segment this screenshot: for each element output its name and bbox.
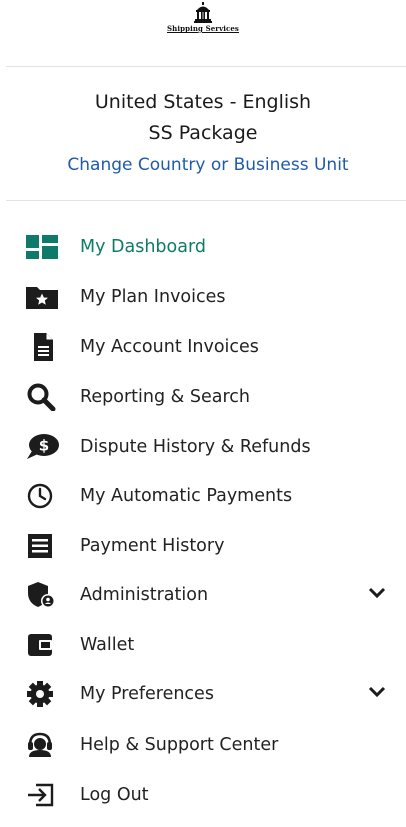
menu-label: Administration — [80, 585, 209, 605]
top-divider — [6, 66, 406, 67]
menu-item-my-automatic-payments[interactable]: My Automatic Payments — [24, 478, 394, 514]
menu-item-my-dashboard[interactable]: My Dashboard — [24, 229, 394, 265]
menu-label: My Plan Invoices — [80, 287, 226, 307]
chevron-down-icon[interactable] — [368, 685, 386, 699]
dollar-chat-icon: $ — [24, 429, 70, 465]
wallet-icon — [24, 627, 70, 663]
business-unit-label: SS Package — [148, 122, 258, 144]
menu-label: My Automatic Payments — [80, 486, 293, 506]
search-icon — [24, 379, 70, 415]
dashboard-icon — [24, 229, 70, 265]
menu-item-log-out[interactable]: Log Out — [24, 777, 394, 813]
menu-label: My Preferences — [80, 684, 214, 704]
menu-item-my-plan-invoices[interactable]: My Plan Invoices — [24, 279, 394, 315]
locale-divider — [6, 200, 406, 201]
menu-item-dispute-history-refunds[interactable]: $ Dispute History & Refunds — [24, 429, 394, 465]
folder-star-icon — [24, 279, 70, 315]
document-icon — [24, 329, 70, 365]
gear-icon — [24, 676, 70, 712]
menu-label: Help & Support Center — [80, 735, 279, 755]
menu-item-my-account-invoices[interactable]: My Account Invoices — [24, 329, 394, 365]
chevron-down-icon[interactable] — [368, 586, 386, 600]
menu-item-reporting-search[interactable]: Reporting & Search — [24, 379, 394, 415]
menu-item-help-support-center[interactable]: Help & Support Center — [24, 727, 394, 763]
menu-item-administration[interactable]: Administration — [24, 577, 394, 613]
navigation-panel: Shipping Services United States - Englis… — [0, 0, 406, 827]
menu-label: Log Out — [80, 785, 149, 805]
menu-label: Dispute History & Refunds — [80, 437, 311, 457]
menu-item-my-preferences[interactable]: My Preferences — [24, 676, 394, 712]
building-icon — [194, 2, 212, 23]
headset-icon — [24, 727, 70, 763]
country-language-label: United States - English — [94, 91, 312, 113]
menu-label: My Dashboard — [80, 237, 206, 257]
clock-icon — [24, 478, 70, 514]
menu-label: Wallet — [80, 635, 135, 655]
shield-user-icon — [24, 577, 70, 613]
logout-icon — [24, 777, 70, 813]
brand-logo[interactable]: Shipping Services — [0, 2, 406, 42]
logo-text: Shipping Services — [167, 24, 239, 33]
menu-label: My Account Invoices — [80, 337, 259, 357]
receipt-icon — [24, 528, 70, 564]
menu-label: Payment History — [80, 536, 225, 556]
menu-label: Reporting & Search — [80, 387, 250, 407]
svg-text:$: $ — [39, 437, 49, 455]
menu-item-payment-history[interactable]: Payment History — [24, 528, 394, 564]
change-country-link[interactable]: Change Country or Business Unit — [0, 155, 406, 175]
menu-item-wallet[interactable]: Wallet — [24, 627, 394, 663]
